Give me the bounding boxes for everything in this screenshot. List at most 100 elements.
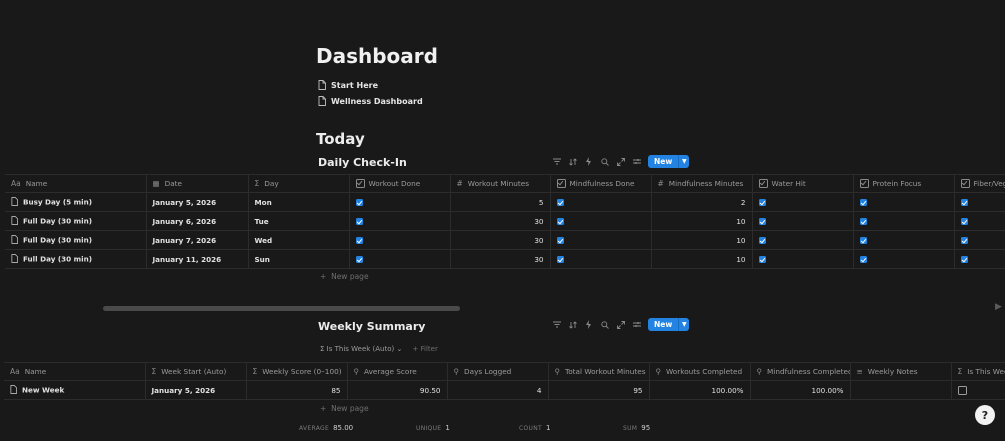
checkbox-checked[interactable] [960, 218, 968, 225]
col-header-name[interactable]: Aa Name [5, 174, 147, 193]
cell-date[interactable]: January 6, 2026 [146, 211, 249, 231]
checkbox-checked[interactable] [556, 218, 564, 225]
cell-protein-focus[interactable] [853, 192, 955, 212]
cell-name[interactable]: Full Day (30 min) [5, 211, 147, 231]
add-filter-button[interactable]: + Filter [412, 345, 437, 353]
col-header-workout-minutes[interactable]: # Workout Minutes [450, 174, 551, 193]
lightning-icon[interactable] [584, 157, 593, 166]
cell-water-hit[interactable] [752, 211, 854, 231]
help-icon[interactable]: ? [975, 405, 995, 425]
cell-mindfulness-minutes[interactable]: 10 [651, 230, 753, 250]
daily-new-page[interactable]: + New page [320, 272, 369, 281]
checkbox-checked[interactable] [758, 256, 766, 263]
col-header-weekly-notes[interactable]: ≡ Weekly Notes [850, 362, 952, 381]
filter-chip[interactable]: Σ Is This Week (Auto) ⌄ [320, 345, 402, 353]
col-header-day[interactable]: Σ Day [248, 174, 350, 193]
cell-mindfulness-minutes[interactable]: 10 [651, 249, 753, 269]
cell-weekly-notes[interactable] [850, 380, 952, 400]
col-header-week-start[interactable]: Σ Week Start (Auto) [145, 362, 247, 381]
col-header-name[interactable]: Aa Name [4, 362, 146, 381]
cell-date[interactable]: January 5, 2026 [146, 192, 249, 212]
search-icon[interactable] [600, 320, 609, 329]
sort-icon[interactable] [568, 157, 577, 166]
filter-icon[interactable] [552, 320, 561, 329]
cell-name[interactable]: Busy Day (5 min) [5, 192, 147, 212]
checkbox-checked[interactable] [960, 199, 968, 206]
cell-mindfulness-done[interactable] [550, 230, 652, 250]
col-header-is-this-week[interactable]: ΣIs This Week [951, 362, 1005, 381]
table-row[interactable]: Full Day (30 min) January 7, 2026 Wed 30… [5, 230, 1005, 250]
checkbox-checked[interactable] [859, 256, 867, 263]
col-header-protein-focus[interactable]: Protein Focus [853, 174, 955, 193]
footer-count[interactable]: COUNT 1 [519, 424, 550, 432]
cell-water-hit[interactable] [752, 192, 854, 212]
cell-mindfulness-minutes[interactable]: 2 [651, 192, 753, 212]
cell-protein-focus[interactable] [853, 211, 955, 231]
sort-icon[interactable] [568, 320, 577, 329]
col-header-workouts-completed[interactable]: ⚲ Workouts Completed [649, 362, 751, 381]
cell-workout-done[interactable] [349, 249, 451, 269]
checkbox-checked[interactable] [556, 237, 564, 244]
checkbox-checked[interactable] [859, 218, 867, 225]
cell-water-hit[interactable] [752, 230, 854, 250]
cell-workout-minutes[interactable]: 30 [450, 249, 551, 269]
cell-fiber-veg[interactable] [954, 230, 1005, 250]
cell-workout-minutes[interactable]: 5 [450, 192, 551, 212]
cell-fiber-veg[interactable] [954, 211, 1005, 231]
cell-workout-done[interactable] [349, 211, 451, 231]
footer-average[interactable]: AVERAGE 85.00 [299, 424, 353, 432]
chevron-down-icon[interactable]: ▼ [678, 155, 690, 168]
cell-mindfulness-done[interactable] [550, 249, 652, 269]
checkbox-checked[interactable] [859, 199, 867, 206]
expand-icon[interactable] [616, 320, 625, 329]
col-header-mindfulness-minutes[interactable]: # Mindfulness Minutes [651, 174, 753, 193]
scroll-right-icon[interactable]: ▶ [995, 302, 1002, 312]
cell-fiber-veg[interactable] [954, 192, 1005, 212]
col-header-workout-done[interactable]: Workout Done [349, 174, 451, 193]
col-header-fiber-veg[interactable]: Fiber/Veg [954, 174, 1005, 193]
cell-name[interactable]: Full Day (30 min) [5, 230, 147, 250]
checkbox-checked[interactable] [556, 256, 564, 263]
checkbox-checked[interactable] [960, 256, 968, 263]
checkbox-checked[interactable] [355, 199, 363, 206]
col-header-total-workout[interactable]: ⚲ Total Workout Minutes [548, 362, 650, 381]
new-button[interactable]: New ▼ [648, 318, 690, 331]
weekly-new-page[interactable]: + New page [320, 404, 369, 413]
checkbox-unchecked[interactable] [957, 385, 967, 395]
checkbox-checked[interactable] [355, 218, 363, 225]
checkbox-checked[interactable] [859, 237, 867, 244]
cell-workout-minutes[interactable]: 30 [450, 211, 551, 231]
daily-checkin-title[interactable]: Daily Check-In [318, 156, 407, 169]
col-header-average-score[interactable]: ⚲ Average Score [347, 362, 448, 381]
cell-workout-done[interactable] [349, 192, 451, 212]
cell-water-hit[interactable] [752, 249, 854, 269]
table-row[interactable]: Full Day (30 min) January 11, 2026 Sun 3… [5, 249, 1005, 269]
cell-protein-focus[interactable] [853, 230, 955, 250]
cell-fiber-veg[interactable] [954, 249, 1005, 269]
link-wellness-dashboard[interactable]: Wellness Dashboard [318, 96, 423, 106]
cell-name[interactable]: New Week [4, 380, 146, 400]
checkbox-checked[interactable] [960, 237, 968, 244]
cell-protein-focus[interactable] [853, 249, 955, 269]
checkbox-checked[interactable] [355, 256, 363, 263]
col-header-days-logged[interactable]: ⚲ Days Logged [447, 362, 549, 381]
new-button[interactable]: New ▼ [648, 155, 690, 168]
lightning-icon[interactable] [584, 320, 593, 329]
cell-date[interactable]: January 7, 2026 [146, 230, 249, 250]
horizontal-scrollbar[interactable] [103, 306, 460, 311]
cell-date[interactable]: January 11, 2026 [146, 249, 249, 269]
col-header-mindfulness-done[interactable]: Mindfulness Done [550, 174, 652, 193]
checkbox-checked[interactable] [758, 218, 766, 225]
settings-icon[interactable] [632, 157, 641, 166]
checkbox-checked[interactable] [355, 237, 363, 244]
cell-is-this-week[interactable] [951, 380, 1005, 400]
cell-mindfulness-done[interactable] [550, 192, 652, 212]
col-header-weekly-score[interactable]: Σ Weekly Score (0–100) [246, 362, 348, 381]
col-header-mindfulness-completed[interactable]: ⚲ Mindfulness Completed [750, 362, 851, 381]
weekly-summary-title[interactable]: Weekly Summary [318, 320, 425, 333]
search-icon[interactable] [600, 157, 609, 166]
col-header-water-hit[interactable]: Water Hit [752, 174, 854, 193]
settings-icon[interactable] [632, 320, 641, 329]
cell-name[interactable]: Full Day (30 min) [5, 249, 147, 269]
cell-mindfulness-done[interactable] [550, 211, 652, 231]
